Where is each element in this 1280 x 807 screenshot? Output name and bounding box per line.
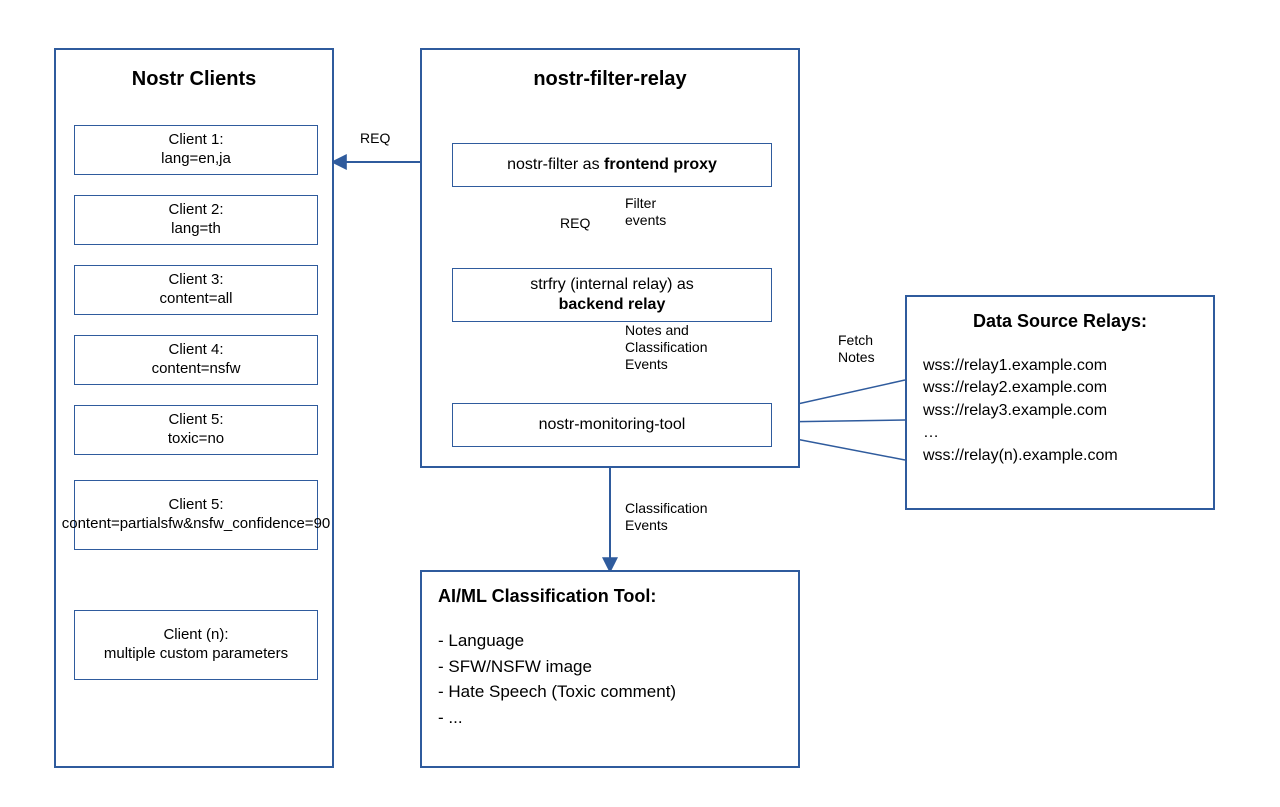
- client-item-5: Client 5: toxic=no: [74, 405, 318, 455]
- req-label-2: REQ: [560, 215, 590, 232]
- nostr-clients-title: Nostr Clients: [56, 68, 332, 91]
- frontend-proxy-box: nostr-filter as frontend proxy: [452, 143, 772, 187]
- monitoring-tool-box: nostr-monitoring-tool: [452, 403, 772, 447]
- filter-events-label: Filter events: [625, 195, 666, 229]
- client-item-4: Client 4: content=nsfw: [74, 335, 318, 385]
- client-item-6: Client 5: content=partialsfw&nsfw_confid…: [74, 480, 318, 550]
- aiml-list: - Language - SFW/NSFW image - Hate Speec…: [438, 628, 676, 730]
- filter-relay-title: nostr-filter-relay: [422, 68, 798, 91]
- monitoring-tool-text: nostr-monitoring-tool: [539, 415, 686, 435]
- data-source-relays-box: Data Source Relays: wss://relay1.example…: [905, 295, 1215, 510]
- client-item-1: Client 1: lang=en,ja: [74, 125, 318, 175]
- aiml-title: AI/ML Classification Tool:: [438, 586, 656, 607]
- frontend-proxy-text: nostr-filter as frontend proxy: [507, 155, 717, 175]
- data-source-list: wss://relay1.example.com wss://relay2.ex…: [923, 355, 1118, 467]
- notes-class-label: Notes and Classification Events: [625, 322, 707, 372]
- backend-relay-box: strfry (internal relay) asbackend relay: [452, 268, 772, 322]
- nostr-clients-group: Nostr Clients Client 1: lang=en,ja Client…: [54, 48, 334, 768]
- req-label-1: REQ: [360, 130, 390, 147]
- client-item-7: Client (n): multiple custom parameters: [74, 610, 318, 680]
- backend-relay-text: strfry (internal relay) asbackend relay: [530, 275, 694, 315]
- fetch-notes-label: Fetch Notes: [838, 332, 875, 366]
- class-events-label: Classification Events: [625, 500, 707, 534]
- filter-relay-group: nostr-filter-relay nostr-filter as front…: [420, 48, 800, 468]
- client-item-3: Client 3: content=all: [74, 265, 318, 315]
- data-source-title: Data Source Relays:: [907, 311, 1213, 332]
- aiml-box: AI/ML Classification Tool: - Language - …: [420, 570, 800, 768]
- client-item-2: Client 2: lang=th: [74, 195, 318, 245]
